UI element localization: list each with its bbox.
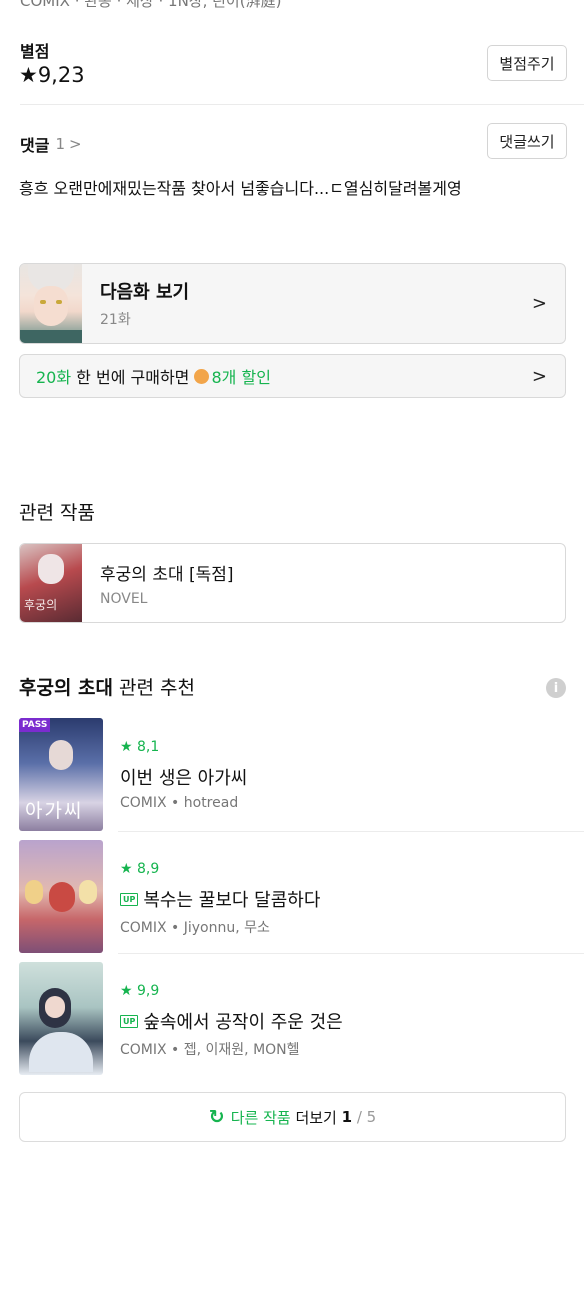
page-total: / 5	[352, 1108, 377, 1126]
chevron-right-icon: >	[69, 135, 82, 153]
recommend-title: UP 숲속에서 공작이 주운 것은	[120, 1008, 343, 1034]
recommend-title-text: 숲속에서 공작이 주운 것은	[143, 1012, 343, 1033]
comments-count: 1	[55, 135, 65, 153]
related-work-thumbnail: 후궁의	[20, 544, 82, 622]
comments-label: 댓글	[20, 136, 50, 155]
chevron-right-icon: >	[531, 293, 547, 314]
info-icon[interactable]: i	[546, 678, 566, 698]
comments-header[interactable]: 댓글 1 >	[20, 132, 82, 156]
recommend-title-text: 이번 생은 아가씨	[120, 768, 248, 789]
recommend-item[interactable]: ★ 9,9 UP 숲속에서 공작이 주운 것은 COMIX • 젭, 이재원, …	[19, 962, 584, 1076]
related-work-type: NOVEL	[100, 590, 148, 607]
recommend-thumbnail	[19, 840, 103, 953]
bulk-discount: 8개 할인	[211, 368, 271, 387]
comment-text: 흥흐 오랜만에재밌는작품 찾아서 넘좋습니다...ㄷ열심히달려볼게영	[19, 179, 462, 198]
recommend-title-text: 복수는 꿀보다 달콤하다	[143, 890, 321, 911]
next-episode-number: 21화	[100, 312, 131, 328]
next-episode-thumbnail	[20, 264, 82, 343]
give-rating-button[interactable]: 별점주기	[487, 45, 567, 81]
next-episode-card[interactable]: 다음화 보기 21화 >	[19, 263, 566, 344]
recommend-meta: COMIX • hotread	[120, 795, 239, 811]
up-badge: UP	[120, 892, 139, 906]
pass-badge: PASS	[19, 718, 51, 732]
recommend-title: 이번 생은 아가씨	[120, 764, 247, 790]
recommend-thumbnail	[19, 962, 103, 1075]
bulk-text: 한 번에 구매하면	[71, 368, 195, 387]
chevron-right-icon: >	[531, 365, 547, 387]
bulk-episodes: 20화	[36, 368, 72, 387]
recommend-item[interactable]: PASS 아가씨 ★ 8,1 이번 생은 아가씨 COMIX • hotread	[19, 718, 584, 832]
recommend-meta: COMIX • 젭, 이재원, MON헬	[120, 1042, 300, 1058]
recommend-heading-suffix: 관련 추천	[113, 677, 196, 699]
related-works-heading: 관련 작품	[19, 502, 95, 524]
recommend-meta: COMIX • Jiyonnu, 무소	[120, 920, 270, 936]
next-episode-title: 다음화 보기	[100, 282, 190, 303]
recommend-rating: ★ 9,9	[120, 983, 160, 999]
coin-icon	[194, 368, 210, 384]
recommend-rating: ★ 8,1	[120, 739, 160, 755]
up-badge: UP	[120, 1014, 139, 1028]
bulk-purchase-banner[interactable]: 20화 한 번에 구매하면 8개 할인 >	[19, 354, 566, 398]
refresh-icon: ↻	[208, 1106, 225, 1128]
more-label: 다른 작품	[230, 1108, 291, 1127]
related-work-title: 후궁의 초대 [독점]	[100, 564, 234, 585]
recommend-rating: ★ 8,9	[120, 861, 160, 877]
page-current: 1	[341, 1108, 353, 1126]
recommend-heading-title: 후궁의 초대	[19, 677, 114, 699]
related-work-card[interactable]: 후궁의 후궁의 초대 [독점] NOVEL	[19, 543, 566, 623]
rating-value: ★9,23	[19, 63, 85, 87]
section-divider	[20, 104, 584, 105]
write-comment-button[interactable]: 댓글쓰기	[487, 123, 567, 159]
recommend-heading: 후궁의 초대 관련 추천	[19, 673, 195, 700]
series-meta-cutoff: COMIX · 완봉 · 세상 · 1N장, 린이(湃庭)	[20, 0, 282, 10]
recommend-title: UP 복수는 꿀보다 달콤하다	[120, 886, 320, 912]
item-divider	[118, 953, 584, 954]
recommend-thumbnail: PASS 아가씨	[19, 718, 103, 831]
item-divider	[118, 831, 584, 832]
more-label-rest: 더보기	[290, 1108, 342, 1127]
rating-label: 별점	[20, 42, 50, 61]
more-works-button[interactable]: ↻ 다른 작품 더보기 1 / 5	[19, 1092, 566, 1142]
recommend-item[interactable]: ★ 8,9 UP 복수는 꿀보다 달콤하다 COMIX • Jiyonnu, 무…	[19, 840, 584, 954]
